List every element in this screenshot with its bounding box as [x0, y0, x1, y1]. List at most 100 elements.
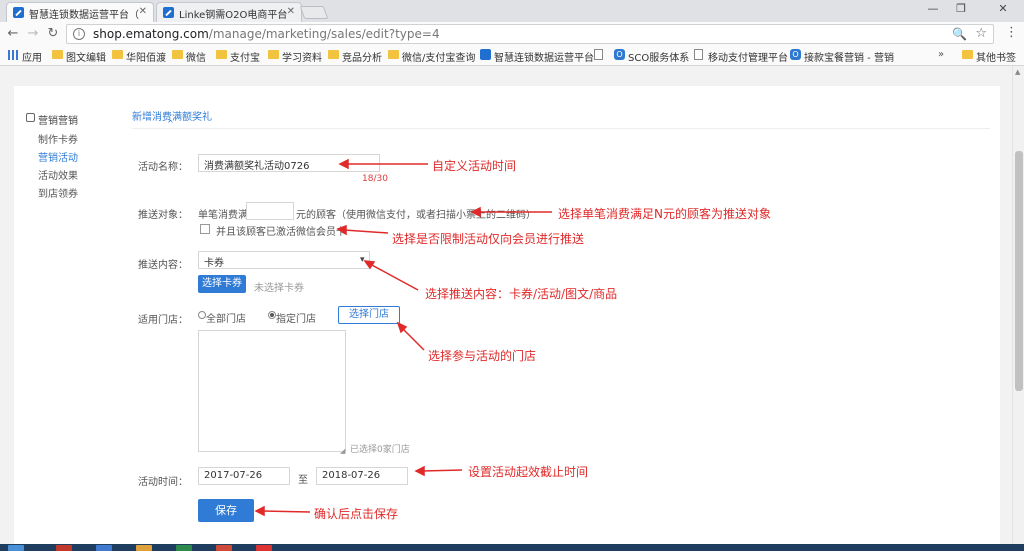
- no-coupon-text: 未选择卡券: [254, 283, 304, 294]
- folder-icon: [172, 50, 183, 59]
- folder-icon: [268, 50, 279, 59]
- site-logo-icon: [13, 7, 24, 18]
- taskbar-app-icon[interactable]: [256, 545, 272, 551]
- start-icon[interactable]: [8, 545, 24, 551]
- forward-icon[interactable]: →: [24, 25, 42, 43]
- sidebar-item-activity-effect[interactable]: 活动效果: [38, 167, 78, 182]
- annotation-note: 设置活动起效截止时间: [468, 465, 589, 479]
- end-date-input[interactable]: 2018-07-26: [316, 467, 408, 485]
- bookmark-item[interactable]: 竞品分析: [328, 49, 382, 64]
- close-window-icon[interactable]: ✕: [990, 2, 1016, 15]
- date-to-text: 至: [298, 475, 308, 486]
- folder-icon: [962, 50, 973, 59]
- bookmark-item[interactable]: 图文编辑: [52, 49, 106, 64]
- browser-tab-bar: 智慧连锁数据运营平台（ ✕ Linke钢需O2O电商平台 ✕ — ❐ ✕: [0, 0, 1024, 22]
- browser-menu-icon[interactable]: ⋮: [1005, 25, 1018, 40]
- tab-caret-icon: ^: [167, 119, 174, 128]
- taskbar-app-icon[interactable]: [216, 545, 232, 551]
- menu-section-icon: [26, 113, 35, 122]
- bookmark-item[interactable]: 支付宝: [216, 49, 260, 64]
- close-tab-icon[interactable]: ✕: [139, 6, 147, 17]
- target-prefix: 单笔消费满: [198, 210, 248, 221]
- resize-handle-icon[interactable]: ◢: [340, 447, 345, 455]
- store-all-radio[interactable]: [198, 311, 206, 319]
- annotation-note: 自定义活动时间: [432, 159, 517, 173]
- browser-toolbar: ← → ↻ i shop.ematong.com/manage/marketin…: [0, 22, 1024, 46]
- maximize-icon[interactable]: ❐: [948, 2, 974, 15]
- page-scrollbar[interactable]: ▲: [1012, 66, 1024, 544]
- scrollbar-thumb[interactable]: [1015, 151, 1023, 391]
- choose-store-button[interactable]: 选择门店: [338, 306, 400, 324]
- taskbar-app-icon[interactable]: [136, 545, 152, 551]
- annotation-note: 确认后点击保存: [314, 507, 399, 521]
- save-button[interactable]: 保存: [198, 499, 254, 522]
- push-content-select[interactable]: 卡券: [198, 251, 370, 269]
- annotation-note: 选择参与活动的门店: [428, 349, 537, 363]
- site-logo-icon: [480, 49, 491, 60]
- site-logo-icon: [163, 7, 174, 18]
- bookmark-item[interactable]: 智慧连锁数据运营平台: [480, 49, 594, 64]
- close-tab-icon[interactable]: ✕: [287, 6, 295, 17]
- folder-icon: [52, 50, 63, 59]
- taskbar-app-icon[interactable]: [96, 545, 112, 551]
- minimize-icon[interactable]: —: [920, 2, 946, 15]
- target-suffix: 元的顾客（使用微信支付，或者扫描小票上的二维码）: [296, 210, 536, 221]
- store-specific-label: 指定门店: [276, 314, 316, 325]
- store-label: 适用门店：: [138, 315, 188, 326]
- address-bar[interactable]: i shop.ematong.com/manage/marketing/sale…: [66, 24, 994, 44]
- bookmark-item[interactable]: O 接款宝餐营销 - 营销: [790, 49, 894, 64]
- time-label: 活动时间：: [138, 477, 188, 488]
- bookmark-apps[interactable]: 应用: [8, 49, 42, 64]
- folder-icon: [216, 50, 227, 59]
- start-date-input[interactable]: 2017-07-26: [198, 467, 290, 485]
- bookmark-item[interactable]: 学习资料: [268, 49, 322, 64]
- new-tab-button[interactable]: [299, 6, 329, 19]
- browser-tab-title: Linke钢需O2O电商平台: [179, 10, 288, 21]
- bookmark-item[interactable]: 微信: [172, 49, 206, 64]
- min-amount-input[interactable]: [246, 202, 294, 220]
- target-label: 推送对象：: [138, 210, 188, 221]
- scroll-up-icon[interactable]: ▲: [1015, 68, 1020, 76]
- annotation-note: 选择是否限制活动仅向会员进行推送: [392, 232, 585, 246]
- folder-icon: [388, 50, 399, 59]
- browser-tab[interactable]: Linke钢需O2O电商平台 ✕: [156, 2, 302, 22]
- bookmark-star-icon[interactable]: ☆: [975, 26, 987, 41]
- sidebar-item-marketing-activity[interactable]: 营销活动: [38, 149, 78, 164]
- bookmark-item[interactable]: O SCO服务体系: [614, 49, 689, 64]
- zoom-icon[interactable]: 🔍: [952, 27, 967, 41]
- annotation-note: 选择单笔消费满足N元的顾客为推送对象: [558, 207, 771, 221]
- apps-icon: [8, 50, 18, 60]
- taskbar-app-icon[interactable]: [176, 545, 192, 551]
- folder-icon: [112, 50, 123, 59]
- store-specific-radio[interactable]: [268, 311, 276, 319]
- choose-coupon-button[interactable]: 选择卡券: [198, 275, 246, 293]
- bookmark-item[interactable]: 华阳佰渡: [112, 49, 166, 64]
- content-label: 推送内容：: [138, 260, 188, 271]
- bookmark-item[interactable]: 移动支付管理平台: [694, 49, 788, 64]
- chevron-down-icon: ▾: [360, 255, 365, 265]
- folder-icon: [328, 50, 339, 59]
- activity-name-input[interactable]: 消费满额奖礼活动0726: [198, 154, 380, 172]
- browser-tab-title: 智慧连锁数据运营平台（: [29, 10, 139, 21]
- browser-tab-active[interactable]: 智慧连锁数据运营平台（ ✕: [6, 2, 154, 22]
- sidebar-item-make-coupon[interactable]: 制作卡券: [38, 131, 78, 146]
- bookmark-item[interactable]: 微信/支付宝查询: [388, 49, 475, 64]
- bookmarks-bar: 应用 图文编辑 华阳佰渡 微信 支付宝 学习资料 竞品分析 微信/支付宝查询 智…: [0, 46, 1024, 66]
- page-icon: [694, 49, 703, 60]
- annotation-note: 选择推送内容：卡券/活动/图文/商品: [425, 287, 618, 301]
- taskbar-app-icon[interactable]: [56, 545, 72, 551]
- site-info-icon[interactable]: i: [73, 28, 85, 40]
- reload-icon[interactable]: ↻: [44, 25, 62, 43]
- tab-divider: [132, 128, 990, 129]
- selected-stores-list[interactable]: [198, 330, 346, 452]
- bookmarks-overflow-icon[interactable]: »: [938, 49, 944, 60]
- os-taskbar: [0, 544, 1024, 551]
- sidebar-item-store-coupon[interactable]: 到店领券: [38, 185, 78, 200]
- name-label: 活动名称：: [138, 162, 188, 173]
- member-only-label: 并且该顾客已激活微信会员卡: [216, 227, 346, 238]
- back-icon[interactable]: ←: [4, 25, 22, 43]
- bookmark-other[interactable]: 其他书签: [962, 49, 1016, 64]
- selected-store-count: 已选择0家门店: [350, 445, 410, 455]
- bookmark-favicon-icon: O: [614, 49, 625, 60]
- member-only-checkbox[interactable]: [200, 224, 210, 234]
